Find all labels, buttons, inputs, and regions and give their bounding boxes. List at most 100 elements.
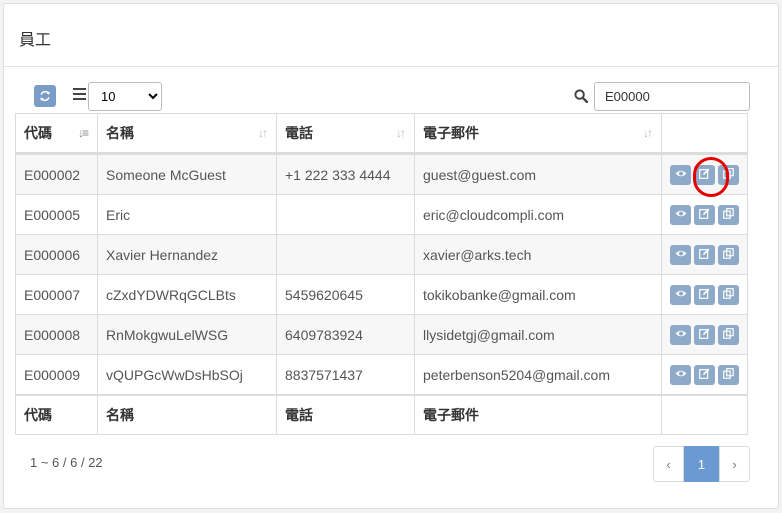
cell-name: RnMokgwuLelWSG bbox=[97, 314, 277, 355]
cell-name: Someone McGuest bbox=[97, 153, 277, 195]
view-button[interactable] bbox=[670, 284, 691, 305]
eye-icon bbox=[675, 369, 687, 381]
copy-icon bbox=[723, 167, 734, 182]
table-row: E000002 Someone McGuest +1 222 333 4444 gue… bbox=[15, 153, 748, 195]
table-row: E000005 Eric eric@cloudcompli.com bbox=[15, 194, 748, 235]
edit-button[interactable] bbox=[694, 324, 715, 345]
row-actions bbox=[670, 324, 739, 345]
edit-icon bbox=[699, 368, 710, 382]
edit-button[interactable] bbox=[694, 364, 715, 385]
edit-icon bbox=[699, 328, 710, 342]
eye-icon bbox=[675, 169, 687, 181]
cell-actions bbox=[661, 274, 748, 315]
view-button[interactable] bbox=[670, 204, 691, 225]
table-header-row: 代碼 ↓≡ 名稱 ↓↑ 電話 ↓↑ 電子郵件 ↓↑ bbox=[15, 113, 748, 155]
employee-table: 代碼 ↓≡ 名稱 ↓↑ 電話 ↓↑ 電子郵件 ↓↑ E000002 Someone McG… bbox=[15, 113, 748, 435]
view-button[interactable] bbox=[670, 164, 691, 185]
copy-button[interactable] bbox=[718, 204, 739, 225]
copy-icon bbox=[723, 207, 734, 222]
sort-icon: ↓↑ bbox=[643, 126, 653, 140]
cell-email: llysidetgj@gmail.com bbox=[414, 314, 662, 355]
column-header-email[interactable]: 電子郵件 ↓↑ bbox=[414, 113, 662, 155]
edit-icon bbox=[699, 248, 710, 262]
cell-phone: +1 222 333 4444 bbox=[276, 153, 415, 195]
column-label: 電話 bbox=[285, 125, 313, 141]
copy-button[interactable] bbox=[718, 364, 739, 385]
cell-name: vQUPGcWwDsHbSOj bbox=[97, 354, 277, 396]
page-1-button[interactable]: 1 bbox=[684, 446, 719, 482]
copy-icon bbox=[723, 287, 734, 302]
cell-email: tokikobanke@gmail.com bbox=[414, 274, 662, 315]
table-toolbar: 102550100 bbox=[4, 80, 778, 114]
cell-code: E000008 bbox=[15, 314, 98, 355]
eye-icon bbox=[675, 329, 687, 341]
pagination-range: 1 ~ 6 / 6 / 22 bbox=[30, 455, 103, 470]
column-header-name[interactable]: 名稱 ↓↑ bbox=[97, 113, 277, 155]
edit-icon bbox=[699, 168, 710, 182]
sort-icon: ↓↑ bbox=[258, 126, 268, 140]
cell-phone: 5459620645 bbox=[276, 274, 415, 315]
next-page-button[interactable]: › bbox=[719, 446, 750, 482]
refresh-button[interactable] bbox=[34, 85, 56, 107]
cell-phone: 6409783924 bbox=[276, 314, 415, 355]
copy-icon bbox=[723, 367, 734, 382]
cell-name: Eric bbox=[97, 194, 277, 235]
table-row: E000006 Xavier Hernandez xavier@arks.tech bbox=[15, 234, 748, 275]
edit-button[interactable] bbox=[694, 244, 715, 265]
view-button[interactable] bbox=[670, 364, 691, 385]
cell-phone: 8837571437 bbox=[276, 354, 415, 396]
copy-button[interactable] bbox=[718, 284, 739, 305]
column-header-actions bbox=[661, 113, 748, 155]
cell-actions bbox=[661, 234, 748, 275]
row-actions bbox=[670, 284, 739, 305]
cell-email: eric@cloudcompli.com bbox=[414, 194, 662, 235]
column-header-code[interactable]: 代碼 ↓≡ bbox=[15, 113, 98, 155]
eye-icon bbox=[675, 249, 687, 261]
row-actions bbox=[670, 164, 739, 185]
copy-button[interactable] bbox=[718, 244, 739, 265]
row-actions bbox=[670, 364, 739, 385]
table-row: E000009 vQUPGcWwDsHbSOj 8837571437 peterben… bbox=[15, 354, 748, 396]
cell-actions bbox=[661, 194, 748, 235]
cell-email: xavier@arks.tech bbox=[414, 234, 662, 275]
copy-button[interactable] bbox=[718, 324, 739, 345]
column-header-phone[interactable]: 電話 ↓↑ bbox=[276, 113, 415, 155]
edit-button[interactable] bbox=[694, 204, 715, 225]
footer-label-phone: 電話 bbox=[276, 394, 415, 435]
cell-code: E000007 bbox=[15, 274, 98, 315]
refresh-icon bbox=[40, 90, 50, 102]
row-actions bbox=[670, 244, 739, 265]
column-label: 代碼 bbox=[24, 125, 52, 141]
eye-icon bbox=[675, 289, 687, 301]
cell-actions bbox=[661, 153, 748, 195]
prev-page-button[interactable]: ‹ bbox=[653, 446, 684, 482]
table-row: E000008 RnMokgwuLelWSG 6409783924 llysidetg… bbox=[15, 314, 748, 355]
copy-button[interactable] bbox=[718, 164, 739, 185]
footer-label-actions bbox=[661, 394, 748, 435]
cell-actions bbox=[661, 354, 748, 396]
view-button[interactable] bbox=[670, 244, 691, 265]
panel-header: 員工 bbox=[4, 4, 778, 67]
edit-button[interactable] bbox=[694, 284, 715, 305]
search-input[interactable] bbox=[594, 82, 750, 111]
column-label: 名稱 bbox=[106, 125, 134, 141]
cell-email: peterbenson5204@gmail.com bbox=[414, 354, 662, 396]
cell-phone bbox=[276, 194, 415, 235]
edit-button[interactable] bbox=[694, 164, 715, 185]
pagination: ‹ 1 › bbox=[653, 446, 750, 482]
sort-icon: ↓↑ bbox=[396, 126, 406, 140]
sort-asc-icon: ↓≡ bbox=[77, 126, 89, 140]
column-label: 電子郵件 bbox=[423, 125, 479, 141]
search-icon bbox=[574, 89, 588, 103]
copy-icon bbox=[723, 247, 734, 262]
view-button[interactable] bbox=[670, 324, 691, 345]
table-footer-row: 代碼 名稱 電話 電子郵件 bbox=[15, 394, 748, 435]
page-size-select[interactable]: 102550100 bbox=[88, 82, 162, 111]
cell-name: cZxdYDWRqGCLBts bbox=[97, 274, 277, 315]
list-icon bbox=[73, 88, 86, 100]
footer-label-code: 代碼 bbox=[15, 394, 98, 435]
cell-email: guest@guest.com bbox=[414, 153, 662, 195]
edit-icon bbox=[699, 208, 710, 222]
eye-icon bbox=[675, 209, 687, 221]
cell-code: E000009 bbox=[15, 354, 98, 396]
